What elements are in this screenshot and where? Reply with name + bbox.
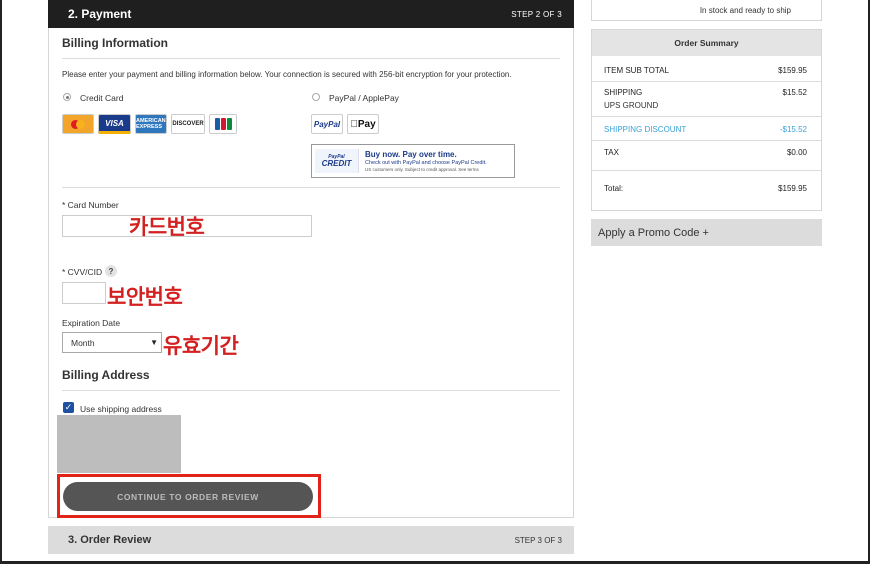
shipping-discount-row: SHIPPING DISCOUNT -$15.52 bbox=[604, 125, 807, 134]
paypal-credit-subline: Check out with PayPal and choose PayPal … bbox=[365, 160, 487, 166]
divider bbox=[62, 58, 560, 59]
tax-value: $0.00 bbox=[786, 148, 807, 157]
order-summary: Order Summary ITEM SUB TOTAL $159.95 SHI… bbox=[591, 29, 822, 211]
tax-label: TAX bbox=[604, 148, 619, 157]
jcb-icon bbox=[209, 114, 237, 134]
shipping-discount-label: SHIPPING DISCOUNT bbox=[604, 125, 687, 134]
expiration-month-value: Month bbox=[71, 337, 95, 348]
use-shipping-label: Use shipping address bbox=[80, 404, 162, 414]
paypal-radio[interactable] bbox=[312, 93, 320, 101]
paypal-credit-logo: PayPal CREDIT bbox=[315, 149, 359, 173]
discover-icon: DISCOVER bbox=[171, 114, 205, 134]
shipping-discount-value: -$15.52 bbox=[779, 125, 807, 134]
credit-card-label: Credit Card bbox=[80, 93, 124, 103]
applepay-label: Pay bbox=[354, 118, 376, 130]
order-review-section-header[interactable]: 3. Order Review STEP 3 OF 3 bbox=[48, 526, 574, 554]
help-icon[interactable]: ? bbox=[105, 265, 117, 277]
dropdown-arrow-icon: ▼ bbox=[150, 338, 158, 347]
intro-text: Please enter your payment and billing in… bbox=[62, 70, 512, 79]
apply-promo-code-toggle[interactable]: Apply a Promo Code + bbox=[591, 219, 822, 246]
paypal-label: PayPal / ApplePay bbox=[329, 93, 399, 103]
tax-row: TAX $0.00 bbox=[604, 148, 807, 157]
expiration-annotation: 유효기간 bbox=[163, 334, 239, 358]
billing-address-title: Billing Address bbox=[62, 368, 150, 382]
visa-icon: VISA bbox=[98, 114, 131, 134]
paypal-credit-banner[interactable]: PayPal CREDIT Buy now. Pay over time. Ch… bbox=[311, 144, 515, 178]
continue-to-order-review-button[interactable]: CONTINUE TO ORDER REVIEW bbox=[63, 482, 313, 511]
divider bbox=[592, 140, 821, 141]
total-label: Total: bbox=[604, 184, 624, 193]
total-row: Total: $159.95 bbox=[604, 184, 807, 193]
expiration-label: Expiration Date bbox=[62, 318, 121, 328]
paypal-credit-headline: Buy now. Pay over time. bbox=[365, 150, 457, 159]
stock-status: In stock and ready to ship bbox=[591, 0, 822, 21]
discover-text: DISCOVER bbox=[172, 121, 204, 127]
card-number-annotation: 카드번호 bbox=[129, 215, 205, 239]
amex-icon: AMERICAN EXPRESS bbox=[135, 114, 167, 134]
payment-section-header: 2. Payment STEP 2 OF 3 bbox=[48, 0, 574, 28]
order-review-step-indicator: STEP 3 OF 3 bbox=[514, 535, 562, 545]
paypal-credit-logo-bottom: CREDIT bbox=[321, 158, 352, 168]
cvv-label: * CVV/CID bbox=[62, 267, 103, 277]
order-summary-title: Order Summary bbox=[592, 30, 821, 56]
divider bbox=[592, 81, 821, 82]
divider bbox=[62, 390, 560, 391]
expiration-month-select[interactable]: Month ▼ bbox=[62, 332, 162, 353]
use-shipping-checkbox[interactable]: ✓ bbox=[63, 402, 74, 413]
subtotal-value: $159.95 bbox=[778, 66, 807, 75]
cvv-input[interactable] bbox=[62, 282, 106, 304]
payment-form: Billing Information Please enter your pa… bbox=[48, 28, 574, 518]
order-review-title: 3. Order Review bbox=[68, 534, 152, 546]
divider bbox=[592, 170, 821, 171]
billing-information-title: Billing Information bbox=[62, 36, 168, 50]
shipping-value: $15.52 bbox=[782, 88, 807, 97]
divider bbox=[592, 116, 821, 117]
subtotal-row: ITEM SUB TOTAL $159.95 bbox=[604, 66, 807, 75]
mastercard-icon bbox=[62, 114, 94, 134]
shipping-row: SHIPPING $15.52 bbox=[604, 88, 807, 97]
shipping-method: UPS GROUND bbox=[604, 101, 659, 110]
subtotal-label: ITEM SUB TOTAL bbox=[604, 66, 669, 75]
cvv-annotation: 보안번호 bbox=[107, 285, 183, 309]
address-placeholder-block bbox=[57, 415, 181, 473]
credit-card-radio[interactable] bbox=[63, 93, 71, 101]
payment-step-indicator: STEP 2 OF 3 bbox=[511, 9, 562, 19]
paypal-credit-terms: US customers only. Subject to credit app… bbox=[365, 167, 479, 172]
shipping-label: SHIPPING bbox=[604, 88, 643, 97]
total-value: $159.95 bbox=[778, 184, 807, 193]
paypal-button[interactable]: PayPal bbox=[311, 114, 343, 134]
applepay-button[interactable]: Pay bbox=[347, 114, 379, 134]
left-frame-border bbox=[0, 0, 2, 564]
payment-section-title: 2. Payment bbox=[68, 7, 132, 21]
apple-icon:  bbox=[350, 119, 358, 130]
divider bbox=[62, 187, 560, 188]
amex-text: AMERICAN EXPRESS bbox=[136, 118, 166, 130]
card-number-label: * Card Number bbox=[62, 200, 119, 210]
